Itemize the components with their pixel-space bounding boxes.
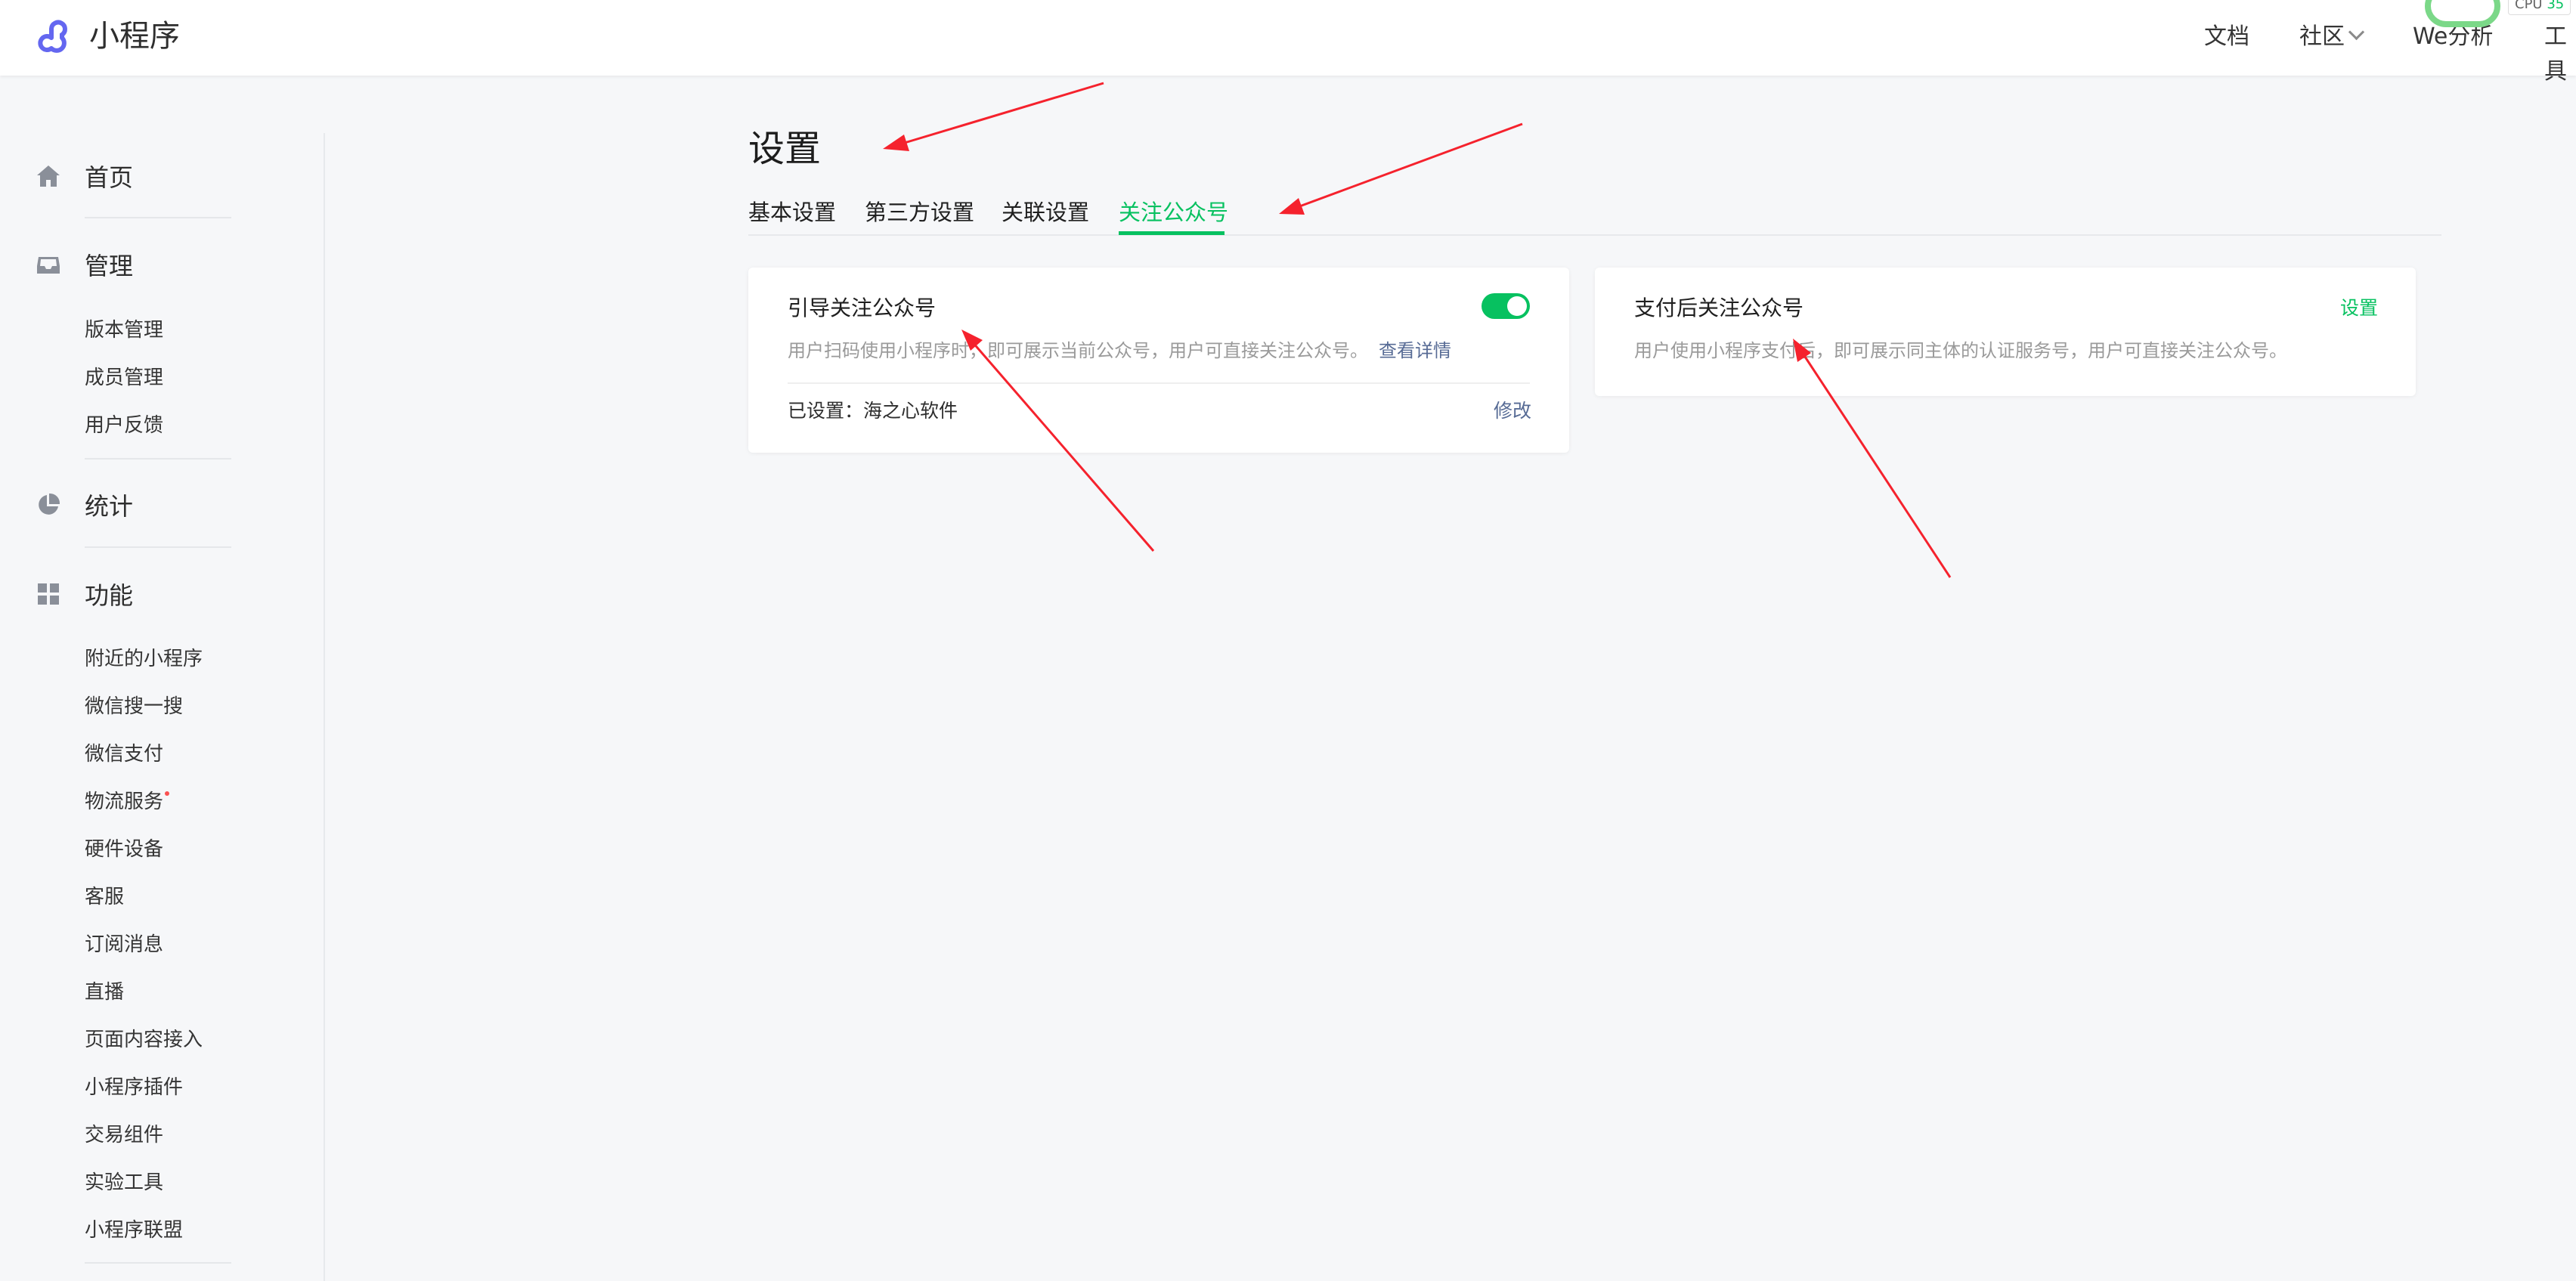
notification-dot [165, 791, 170, 796]
active-tab-indicator [1119, 231, 1225, 235]
tab-basic-settings[interactable]: 基本设置 [748, 195, 836, 230]
tab-follow-official-account[interactable]: 关注公众号 [1119, 195, 1228, 230]
guide-follow-setting-value: 已设置：海之心软件 [788, 400, 958, 422]
view-details-link[interactable]: 查看详情 [1379, 340, 1451, 361]
sidebar-item-alliance[interactable]: 小程序联盟 [85, 1215, 183, 1245]
sidebar-features-label: 功能 [85, 581, 134, 610]
sidebar-item-trade-components[interactable]: 交易组件 [85, 1120, 163, 1150]
guide-follow-description: 用户扫码使用小程序时，即可展示当前公众号，用户可直接关注公众号。 查看详情 [788, 337, 1451, 364]
tabs-divider [748, 234, 2441, 236]
sidebar-item-member-management[interactable]: 成员管理 [85, 363, 163, 393]
cpu-value: 35 [2547, 0, 2565, 12]
sidebar-item-live[interactable]: 直播 [85, 977, 124, 1007]
sidebar-item-plugins[interactable]: 小程序插件 [85, 1072, 183, 1103]
annotation-arrow [883, 82, 1104, 151]
mini-program-logo-icon[interactable] [35, 15, 79, 59]
nav-community-label: 社区 [2299, 23, 2345, 50]
sidebar-divider [85, 458, 231, 459]
nav-tools[interactable]: 工具 [2544, 20, 2576, 89]
sidebar-item-wechat-pay[interactable]: 微信支付 [85, 739, 163, 769]
sidebar-section-manage[interactable]: 管理 [35, 242, 133, 287]
nav-community[interactable]: 社区 [2299, 20, 2365, 54]
sidebar-item-customer-service[interactable]: 客服 [85, 882, 124, 912]
tab-third-party-settings[interactable]: 第三方设置 [865, 195, 974, 230]
sidebar-item-user-feedback[interactable]: 用户反馈 [85, 410, 163, 441]
sidebar-divider [85, 546, 231, 548]
tab-link-settings[interactable]: 关联设置 [1002, 195, 1089, 230]
pay-follow-card: 支付后关注公众号 设置 用户使用小程序支付后，即可展示同主体的认证服务号，用户可… [1595, 268, 2416, 396]
cpu-label: CPU [2515, 0, 2543, 12]
sidebar-item-subscription-messages[interactable]: 订阅消息 [85, 930, 163, 960]
sidebar-item-version-management[interactable]: 版本管理 [85, 315, 163, 345]
sidebar-item-logistics[interactable]: 物流服务 [85, 787, 170, 817]
brand-name[interactable]: 小程序 [89, 14, 180, 59]
sidebar-section-home[interactable]: 首页 [35, 153, 133, 199]
sidebar-item-nearby-mini-programs[interactable]: 附近的小程序 [85, 644, 203, 674]
pay-follow-title: 支付后关注公众号 [1634, 295, 1804, 320]
top-header: 小程序 文档 社区 We分析 工具 CPU 35 [0, 0, 2576, 85]
sidebar-section-stats[interactable]: 统计 [35, 482, 133, 528]
sidebar-border [324, 133, 325, 1281]
home-icon [37, 166, 60, 187]
annotation-arrows [883, 82, 1952, 578]
pay-follow-description: 用户使用小程序支付后，即可展示同主体的认证服务号，用户可直接关注公众号。 [1634, 340, 2287, 361]
set-link[interactable]: 设置 [2340, 293, 2378, 323]
grid-icon [38, 583, 59, 605]
inbox-icon [37, 257, 60, 274]
sidebar-item-logistics-label: 物流服务 [85, 791, 164, 813]
page-title: 设置 [748, 128, 822, 170]
sidebar-stats-label: 统计 [85, 492, 134, 521]
guide-follow-card: 引导关注公众号 用户扫码使用小程序时，即可展示当前公众号，用户可直接关注公众号。… [748, 268, 1569, 453]
performance-monitor-widget[interactable] [2425, 0, 2500, 27]
nav-docs[interactable]: 文档 [2204, 20, 2249, 54]
sidebar-section-features[interactable]: 功能 [35, 571, 133, 617]
sidebar-item-experiment-tools[interactable]: 实验工具 [85, 1168, 163, 1198]
card-divider [788, 382, 1530, 384]
cpu-readout: CPU 35 [2508, 0, 2571, 15]
sidebar-manage-label: 管理 [85, 252, 134, 280]
sidebar-item-wechat-search[interactable]: 微信搜一搜 [85, 692, 183, 722]
guide-follow-title: 引导关注公众号 [788, 295, 937, 320]
sidebar-divider [85, 1262, 231, 1264]
sidebar-item-hardware[interactable]: 硬件设备 [85, 834, 163, 865]
guide-follow-description-text: 用户扫码使用小程序时，即可展示当前公众号，用户可直接关注公众号。 [788, 340, 1368, 361]
chevron-down-icon [2348, 23, 2365, 41]
sidebar-item-page-content[interactable]: 页面内容接入 [85, 1025, 203, 1055]
sidebar-home-label: 首页 [85, 163, 134, 192]
sidebar-divider [85, 217, 231, 218]
edit-link[interactable]: 修改 [1494, 396, 1531, 426]
pie-chart-icon [39, 493, 60, 515]
guide-follow-toggle[interactable] [1482, 293, 1530, 319]
toggle-knob [1507, 296, 1527, 316]
annotation-arrow [1279, 122, 1523, 215]
